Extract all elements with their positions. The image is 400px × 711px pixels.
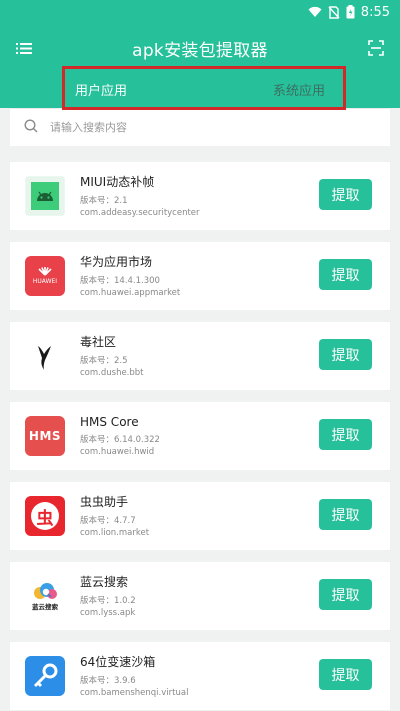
hms-icon: HMS bbox=[25, 416, 65, 456]
app-package: com.addeasy.securitycenter bbox=[80, 208, 200, 218]
tab-bar: 用户应用 系统应用 bbox=[0, 66, 400, 110]
extract-button[interactable]: 提取 bbox=[319, 259, 372, 290]
app-package: com.huawei.hwid bbox=[80, 446, 155, 457]
chongchong-icon: 虫 bbox=[25, 496, 65, 536]
app-package: com.huawei.appmarket bbox=[80, 288, 181, 298]
app-package: com.lion.market bbox=[80, 528, 150, 538]
app-version: 版本号：14.4.1.300 bbox=[80, 276, 160, 286]
huawei-icon: HUAWEI bbox=[25, 256, 65, 296]
app-name: 蓝云搜索 bbox=[80, 575, 129, 589]
app-version: 版本号：3.9.6 bbox=[80, 676, 136, 686]
app-name: 64位变速沙箱 bbox=[80, 655, 156, 669]
wifi-icon bbox=[308, 6, 322, 18]
app-version: 版本号：2.5 bbox=[80, 356, 128, 366]
app-name: 华为应用市场 bbox=[80, 255, 153, 269]
list-item: 蓝云搜索 蓝云搜索 版本号：1.0.2 com.lyss.apk 提取 bbox=[10, 562, 390, 630]
tab-user-apps[interactable]: 用户应用 bbox=[75, 80, 127, 99]
lanyun-icon-text: 蓝云搜索 bbox=[32, 602, 58, 611]
list-item: HUAWEI 华为应用市场 版本号：14.4.1.300 com.huawei.… bbox=[10, 242, 390, 310]
status-time: 8:55 bbox=[360, 4, 390, 20]
chongchong-icon-text: 虫 bbox=[31, 502, 59, 530]
list-item: 毒社区 版本号：2.5 com.dushe.bbt 提取 bbox=[10, 322, 390, 390]
list-item: 64位变速沙箱 版本号：3.9.6 com.bamenshenqi.virtua… bbox=[10, 642, 390, 710]
app-name: 毒社区 bbox=[80, 335, 117, 349]
app-version: 版本号：2.1 bbox=[80, 196, 128, 206]
menu-list-icon[interactable] bbox=[14, 38, 34, 58]
page-title: apk安装包提取器 bbox=[132, 40, 268, 61]
search-icon bbox=[24, 118, 38, 137]
search-bar bbox=[10, 108, 390, 146]
key-icon bbox=[25, 656, 65, 696]
list-item: HMS HMS Core 版本号：6.14.0.322 com.huawei.h… bbox=[10, 402, 390, 470]
tab-system-apps[interactable]: 系统应用 bbox=[273, 80, 325, 99]
list-item: 虫 虫虫助手 版本号：4.7.7 com.lion.market 提取 bbox=[10, 482, 390, 550]
huawei-icon-text: HUAWEI bbox=[32, 278, 58, 285]
app-version: 版本号：6.14.0.322 bbox=[80, 434, 160, 445]
extract-button[interactable]: 提取 bbox=[319, 499, 372, 530]
app-name: HMS Core bbox=[80, 414, 139, 429]
no-sim-icon bbox=[328, 5, 340, 19]
search-input[interactable] bbox=[50, 121, 310, 134]
app-name: MIUI动态补帧 bbox=[80, 175, 155, 189]
lanyun-icon: 蓝云搜索 bbox=[25, 576, 65, 616]
scan-icon[interactable] bbox=[366, 38, 386, 58]
app-name: 虫虫助手 bbox=[80, 495, 129, 509]
extract-button[interactable]: 提取 bbox=[319, 579, 372, 610]
list-item: MIUI动态补帧 版本号：2.1 com.addeasy.securitycen… bbox=[10, 162, 390, 230]
app-version: 版本号：4.7.7 bbox=[80, 516, 136, 526]
app-version: 版本号：1.0.2 bbox=[80, 596, 136, 606]
battery-icon bbox=[346, 5, 355, 19]
app-package: com.lyss.apk bbox=[80, 608, 136, 618]
app-list: MIUI动态补帧 版本号：2.1 com.addeasy.securitycen… bbox=[0, 146, 400, 710]
extract-button[interactable]: 提取 bbox=[319, 339, 372, 370]
app-package: com.bamenshenqi.virtual bbox=[80, 688, 189, 698]
status-bar: 8:55 bbox=[0, 0, 400, 24]
app-bar: apk安装包提取器 bbox=[0, 24, 400, 72]
dushe-icon bbox=[25, 336, 65, 376]
extract-button[interactable]: 提取 bbox=[319, 179, 372, 210]
app-package: com.dushe.bbt bbox=[80, 368, 144, 378]
hms-icon-text: HMS bbox=[28, 429, 62, 443]
extract-button[interactable]: 提取 bbox=[319, 419, 372, 450]
android-icon bbox=[25, 176, 65, 216]
extract-button[interactable]: 提取 bbox=[319, 659, 372, 690]
